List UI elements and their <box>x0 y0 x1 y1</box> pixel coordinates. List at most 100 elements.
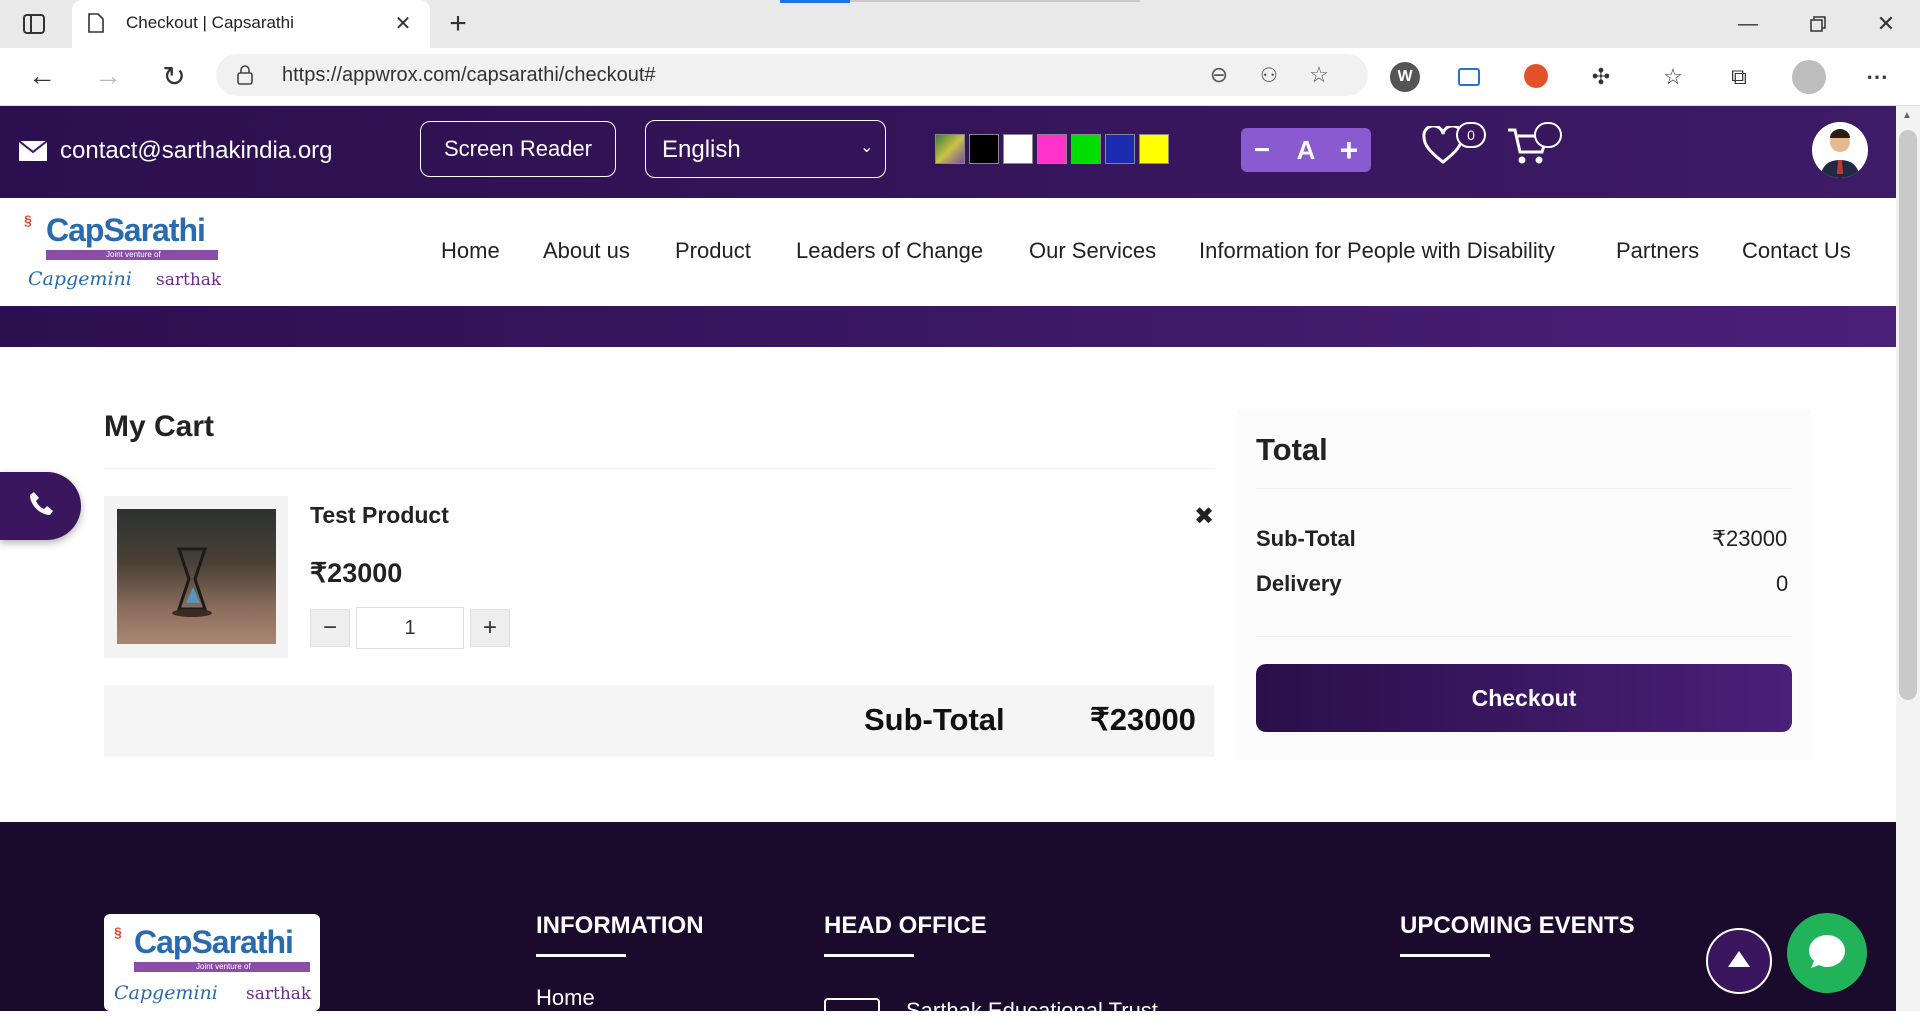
new-tab-icon[interactable]: + <box>442 7 474 40</box>
nav-product[interactable]: Product <box>675 238 751 264</box>
footer-logo-partner-sarthak: sarthak <box>246 984 312 1004</box>
product-price: ₹23000 <box>310 558 403 588</box>
footer-logo-tagline: Joint venture of <box>196 962 251 971</box>
nav-home[interactable]: Home <box>441 238 500 264</box>
restore-icon[interactable] <box>1800 10 1836 38</box>
total-subtotal-value: ₹23000 <box>1712 526 1788 551</box>
extensions-puzzle-icon[interactable]: ✣ <box>1586 62 1616 92</box>
total-divider-top <box>1256 488 1792 489</box>
scrollbar-thumb[interactable] <box>1899 130 1917 700</box>
checkout-button[interactable]: Checkout <box>1256 664 1792 732</box>
zoom-out-icon[interactable]: ⊖ <box>1206 62 1232 88</box>
chat-widget-button[interactable] <box>1787 913 1867 993</box>
nav-about-us[interactable]: About us <box>543 238 630 264</box>
browser-tab-bar: Checkout | Capsarathi ✕ + — ✕ <box>0 0 1920 48</box>
office-name: Sarthak Educational Trust <box>906 998 1158 1023</box>
nav-our-services[interactable]: Our Services <box>1029 238 1156 264</box>
location-icon <box>824 998 880 1011</box>
font-decrease-button[interactable]: − <box>1247 130 1277 170</box>
user-avatar[interactable] <box>1812 122 1868 178</box>
lock-icon[interactable] <box>236 64 254 91</box>
scroll-up-arrow-icon[interactable]: ▲ <box>1902 110 1912 121</box>
nav-leaders-of-change[interactable]: Leaders of Change <box>796 238 983 264</box>
call-button[interactable] <box>0 472 81 540</box>
media-extension-icon[interactable] <box>1524 64 1548 88</box>
product-image-frame <box>104 496 288 658</box>
read-aloud-icon[interactable]: ⚇ <box>1256 62 1282 88</box>
favorite-star-icon[interactable]: ☆ <box>1306 62 1332 88</box>
nav-contact-us[interactable]: Contact Us <box>1742 238 1851 264</box>
color-swatch-5[interactable] <box>1071 134 1101 164</box>
delivery-value: 0 <box>1776 571 1789 596</box>
color-swatch-3[interactable] <box>1003 134 1033 164</box>
color-swatch-4[interactable] <box>1037 134 1067 164</box>
color-swatch-7[interactable] <box>1139 134 1169 164</box>
scroll-to-top-button[interactable] <box>1706 928 1772 994</box>
nav-information-disability[interactable]: Information for People with Disability <box>1199 238 1555 264</box>
footer-logo[interactable]: § CapSarathi Joint venture of Capgemini … <box>104 914 320 1011</box>
product-name[interactable]: Test Product <box>310 502 449 529</box>
logo-tagline: Joint venture of <box>106 250 161 259</box>
color-swatch-1[interactable] <box>935 134 965 164</box>
color-swatch-6[interactable] <box>1105 134 1135 164</box>
forward-icon[interactable]: → <box>90 60 126 92</box>
quantity-decrease-button[interactable]: − <box>310 609 350 647</box>
font-increase-button[interactable]: + <box>1333 130 1365 170</box>
footer-information-underline <box>536 954 626 957</box>
my-cart-title: My Cart <box>104 410 215 443</box>
arrow-up-icon <box>1726 949 1752 974</box>
chevron-down-icon: ⌄ <box>860 139 874 156</box>
footer-logo-brand: CapSarathi <box>134 924 294 960</box>
favorites-icon[interactable]: ☆ <box>1658 62 1688 92</box>
footer-link-home[interactable]: Home <box>536 985 595 1011</box>
quantity-increase-button[interactable]: + <box>470 609 510 647</box>
total-divider-bottom <box>1256 636 1792 637</box>
browser-tab[interactable]: Checkout | Capsarathi ✕ <box>72 0 430 48</box>
screen-capture-extension-icon[interactable] <box>1458 68 1480 86</box>
phone-icon <box>27 490 55 523</box>
collections-icon[interactable]: ⧉ <box>1724 62 1754 92</box>
language-select[interactable]: English ⌄ <box>645 120 886 178</box>
color-swatch-2[interactable] <box>969 134 999 164</box>
quantity-input[interactable]: 1 <box>356 607 464 649</box>
font-reset-button[interactable]: A <box>1289 130 1323 170</box>
chat-bubble-icon <box>1805 929 1849 978</box>
more-menu-icon[interactable]: ⋯ <box>1862 62 1892 92</box>
header-banner-band <box>0 306 1896 347</box>
logo-partner-capgemini: Capgemini <box>28 268 132 290</box>
tab-actions-icon[interactable] <box>20 12 48 36</box>
logo-partner-sarthak: sarthak <box>156 270 222 290</box>
tab-title: Checkout | Capsarathi <box>126 13 294 32</box>
wordpress-extension-icon[interactable]: W <box>1390 62 1420 92</box>
nav-partners[interactable]: Partners <box>1616 238 1699 264</box>
profile-avatar-icon[interactable] <box>1792 60 1826 94</box>
language-value: English <box>662 136 741 163</box>
cart-subtotal-label: Sub-Total <box>864 702 1005 737</box>
delivery-label: Delivery <box>1256 571 1342 596</box>
url-text: https://appwrox.com/capsarathi/checkout# <box>282 64 656 86</box>
footer-information-heading: INFORMATION <box>536 912 704 939</box>
screen-reader-button[interactable]: Screen Reader <box>420 121 616 177</box>
site-logo[interactable]: § CapSarathi Joint venture of Capgemini … <box>24 210 224 294</box>
logo-swirl-icon: § <box>24 212 32 228</box>
remove-item-icon[interactable]: ✖ <box>1190 502 1218 530</box>
font-size-control: − A + <box>1241 128 1371 172</box>
footer-upcoming-events-underline <box>1400 954 1490 957</box>
close-window-icon[interactable]: ✕ <box>1868 10 1904 38</box>
footer-logo-swirl-icon: § <box>114 924 122 940</box>
reload-icon[interactable]: ↻ <box>156 60 192 92</box>
wishlist-count-badge: 0 <box>1456 122 1486 148</box>
minimize-icon[interactable]: — <box>1730 10 1766 38</box>
cart-divider <box>104 468 1214 469</box>
url-field[interactable]: https://appwrox.com/capsarathi/checkout#… <box>216 54 1368 96</box>
cart-count-badge <box>1534 122 1562 148</box>
address-bar-row: ← → ↻ https://appwrox.com/capsarathi/che… <box>0 48 1920 106</box>
contact-email-link[interactable]: contact@sarthakindia.org <box>60 137 333 165</box>
product-image[interactable] <box>117 509 276 644</box>
loading-indicator <box>780 0 850 3</box>
close-tab-icon[interactable]: ✕ <box>390 10 416 36</box>
cart-subtotal-bar: Sub-Total ₹23000 <box>104 685 1214 757</box>
back-icon[interactable]: ← <box>24 60 60 92</box>
cart-subtotal-value: ₹23000 <box>1090 702 1196 737</box>
footer-head-office-underline <box>824 954 914 957</box>
